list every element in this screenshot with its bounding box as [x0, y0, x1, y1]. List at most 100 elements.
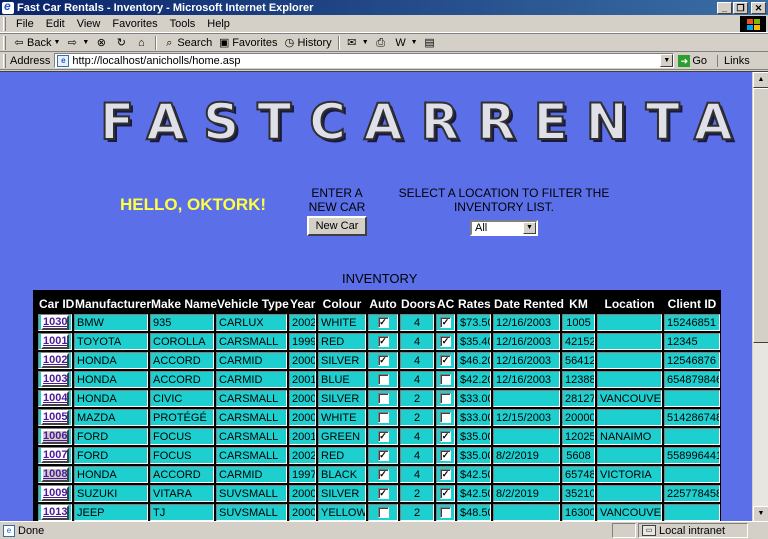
car-id-link[interactable]: 1003	[41, 372, 69, 387]
rate-cell: $42.20	[457, 371, 491, 388]
ac-checkbox[interactable]: ✓	[440, 450, 451, 462]
ac-checkbox[interactable]: ✓	[440, 336, 451, 348]
menu-file[interactable]: File	[10, 18, 40, 30]
car-id-link[interactable]: 1006	[41, 429, 69, 444]
car-id-link[interactable]: 1013	[41, 505, 69, 520]
car-id-link[interactable]: 1030	[41, 315, 69, 330]
menu-help[interactable]: Help	[201, 18, 236, 30]
ac-checkbox[interactable]	[440, 374, 451, 386]
ac-cell: ✓	[436, 485, 455, 502]
manufacturer-cell: FORD	[74, 428, 148, 445]
maximize-button[interactable]: ❐	[733, 1, 748, 14]
ac-checkbox[interactable]: ✓	[440, 355, 451, 367]
favorites-button[interactable]: ▣ Favorites	[215, 34, 280, 51]
close-button[interactable]: ✕	[751, 1, 766, 14]
vehicle-type-cell: SUVSMALL	[216, 504, 287, 521]
auto-checkbox[interactable]	[377, 507, 389, 519]
auto-checkbox[interactable]: ✓	[377, 450, 389, 462]
refresh-button[interactable]: ↻	[112, 34, 132, 51]
ac-checkbox[interactable]	[440, 393, 451, 405]
car-id-cell: 1013	[38, 504, 72, 521]
go-button[interactable]: ➜ Go	[678, 54, 707, 67]
vehicle-type-cell: CARMID	[216, 352, 287, 369]
word-icon: W	[395, 36, 406, 49]
toolbar-grip[interactable]	[3, 35, 6, 50]
enter-car-heading: ENTER A NEW CAR	[308, 186, 366, 214]
rate-cell: $42.50	[457, 466, 491, 483]
chevron-down-icon[interactable]: ▼	[523, 222, 536, 234]
back-button[interactable]: ⇦ Back ▼	[10, 34, 63, 51]
car-id-link[interactable]: 1002	[41, 353, 69, 368]
scroll-down-button[interactable]: ▼	[753, 506, 768, 521]
auto-checkbox[interactable]: ✓	[377, 431, 389, 443]
ac-checkbox[interactable]	[440, 412, 451, 424]
car-id-link[interactable]: 1007	[41, 448, 69, 463]
scroll-up-button[interactable]: ▲	[753, 72, 768, 88]
auto-checkbox[interactable]	[377, 374, 389, 386]
auto-checkbox[interactable]: ✓	[377, 469, 389, 481]
address-url[interactable]: http://localhost/anicholls/home.asp	[72, 55, 240, 67]
forward-button[interactable]: ⇨ ▼	[63, 34, 92, 51]
toolbar-grip[interactable]	[3, 16, 6, 31]
date-rented-cell: 8/2/2019	[493, 447, 560, 464]
address-dropdown-button[interactable]: ▼	[660, 54, 674, 67]
location-cell	[597, 333, 662, 350]
toolbar-grip[interactable]	[3, 53, 6, 68]
links-button[interactable]: Links	[717, 54, 750, 67]
history-button[interactable]: ◷ History	[280, 34, 334, 51]
car-id-link[interactable]: 1005	[41, 410, 69, 425]
doors-cell: 4	[400, 371, 434, 388]
scrollbar-thumb[interactable]	[753, 88, 768, 343]
manufacturer-cell: BMW	[74, 314, 148, 331]
menu-edit[interactable]: Edit	[40, 18, 71, 30]
ac-checkbox[interactable]: ✓	[440, 431, 451, 443]
location-cell	[597, 485, 662, 502]
car-id-link[interactable]: 1001	[41, 334, 69, 349]
colour-cell: WHITE	[318, 409, 366, 426]
new-car-button[interactable]: New Car	[306, 216, 368, 236]
car-id-link[interactable]: 1008	[41, 467, 69, 482]
address-input[interactable]: e http://localhost/anicholls/home.asp ▼	[54, 53, 675, 68]
search-button[interactable]: ⌕ Search	[160, 34, 215, 51]
column-header: Location	[597, 295, 662, 312]
rate-cell: $35.00	[457, 428, 491, 445]
stop-button[interactable]: ⊗	[92, 34, 112, 51]
auto-checkbox[interactable]: ✓	[377, 488, 389, 500]
auto-checkbox[interactable]: ✓	[377, 336, 389, 348]
home-button[interactable]: ⌂	[132, 34, 152, 51]
car-id-link[interactable]: 1004	[41, 391, 69, 406]
make-name-cell: FOCUS	[150, 428, 214, 445]
vertical-scrollbar[interactable]: ▲ ▼	[752, 72, 768, 521]
print-button[interactable]: ⎙	[372, 34, 392, 51]
ac-checkbox[interactable]: ✓	[440, 317, 451, 329]
year-cell: 2001	[289, 371, 316, 388]
window-title-bar: Fast Car Rentals - Inventory - Microsoft…	[0, 0, 768, 15]
ac-checkbox[interactable]: ✓	[440, 488, 451, 500]
vehicle-type-cell: CARMID	[216, 371, 287, 388]
column-header: Year	[289, 295, 316, 312]
menu-view[interactable]: View	[71, 18, 107, 30]
minimize-button[interactable]: _	[717, 1, 732, 14]
location-select[interactable]: All ▼	[470, 220, 538, 236]
menu-tools[interactable]: Tools	[164, 18, 202, 30]
auto-checkbox[interactable]	[377, 393, 389, 405]
car-id-link[interactable]: 1009	[41, 486, 69, 501]
discuss-button[interactable]: ▤	[421, 34, 441, 51]
auto-checkbox[interactable]: ✓	[377, 317, 389, 329]
auto-checkbox[interactable]: ✓	[377, 355, 389, 367]
year-cell: 2001	[289, 428, 316, 445]
make-name-cell: ACCORD	[150, 352, 214, 369]
ac-checkbox[interactable]	[440, 507, 451, 519]
address-bar: Address e http://localhost/anicholls/hom…	[0, 52, 768, 70]
column-header: Manufacturer	[74, 295, 152, 312]
manufacturer-cell: HONDA	[74, 466, 148, 483]
logo-word: RENTAL	[476, 92, 768, 152]
vehicle-type-cell: CARSMALL	[216, 409, 287, 426]
auto-checkbox[interactable]	[377, 412, 389, 424]
menu-favorites[interactable]: Favorites	[106, 18, 163, 30]
edit-word-button[interactable]: W ▼	[392, 34, 421, 51]
column-header: Rates	[457, 295, 491, 312]
ac-checkbox[interactable]: ✓	[440, 469, 451, 481]
rate-cell: $35.40	[457, 333, 491, 350]
mail-button[interactable]: ✉ ▼	[343, 34, 372, 51]
